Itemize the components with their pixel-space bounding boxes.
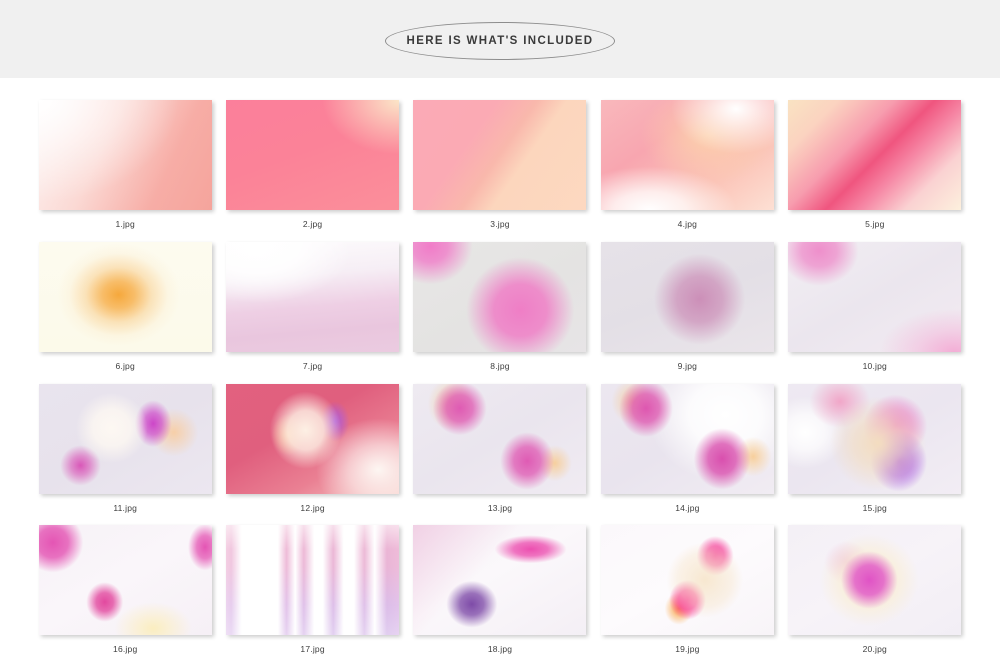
gallery-item[interactable]: 5.jpg [788, 100, 962, 242]
gallery-item[interactable]: 9.jpg [600, 241, 774, 384]
gallery-item[interactable]: 20.jpg [788, 525, 962, 667]
thumbnail-caption: 15.jpg [862, 502, 887, 513]
gradient-image [413, 100, 587, 210]
gradient-image [788, 100, 962, 210]
thumbnail-preview[interactable] [38, 100, 212, 210]
thumbnail-caption: 18.jpg [487, 644, 513, 655]
gradient-image [788, 525, 962, 636]
thumbnail-preview[interactable] [413, 525, 587, 636]
gallery-item[interactable]: 7.jpg [225, 241, 400, 384]
gallery-item[interactable]: 17.jpg [225, 525, 400, 667]
gallery-item[interactable]: 2.jpg [225, 100, 400, 242]
gradient-preview-page: HERE IS WHAT'S INCLUDED 1.jpg 2.jpg 3.jpg 4… [0, 0, 1000, 667]
gradient-image [788, 383, 962, 494]
gradient-image [413, 241, 587, 352]
thumbnail-caption: 2.jpg [302, 219, 323, 229]
gradient-image [38, 383, 212, 494]
gradient-image [38, 525, 212, 636]
gradient-image [600, 241, 774, 352]
thumbnail-preview[interactable] [413, 100, 587, 210]
gallery-item[interactable]: 3.jpg [413, 100, 587, 242]
thumbnail-preview[interactable] [226, 241, 400, 352]
thumbnail-caption: 1.jpg [115, 219, 135, 229]
gradient-image [600, 100, 774, 210]
gradient-image [413, 525, 587, 636]
gallery-item[interactable]: 10.jpg [788, 241, 962, 384]
thumbnail-caption: 7.jpg [302, 360, 323, 371]
thumbnail-preview[interactable] [38, 383, 212, 494]
thumbnail-preview[interactable] [413, 241, 587, 352]
header-badge: HERE IS WHAT'S INCLUDED [385, 22, 615, 60]
gallery-item[interactable]: 13.jpg [413, 383, 587, 526]
thumbnail-caption: 12.jpg [300, 502, 325, 513]
thumbnail-caption: 4.jpg [677, 219, 698, 229]
thumbnail-caption: 8.jpg [490, 360, 510, 371]
gradient-image [226, 241, 400, 352]
gradient-image [226, 100, 400, 210]
gradient-image [413, 383, 587, 494]
thumbnail-caption: 6.jpg [115, 360, 135, 371]
thumbnail-preview[interactable] [38, 241, 212, 352]
thumbnail-preview[interactable] [600, 100, 774, 210]
thumbnail-preview[interactable] [38, 525, 212, 636]
gallery-item[interactable]: 16.jpg [38, 525, 212, 667]
gradient-image [788, 241, 962, 352]
thumbnail-preview[interactable] [413, 383, 587, 494]
thumbnail-caption: 13.jpg [487, 502, 513, 513]
thumbnail-caption: 19.jpg [675, 644, 700, 655]
gallery-item[interactable]: 18.jpg [413, 525, 587, 667]
thumbnail-caption: 3.jpg [490, 219, 510, 229]
page-title: HERE IS WHAT'S INCLUDED [406, 35, 594, 47]
thumbnail-grid: 1.jpg 2.jpg 3.jpg 4.jpg 5.jpg 6.jpg 7.jpg 8.jpg… [0, 78, 1000, 667]
header-band: HERE IS WHAT'S INCLUDED [0, 0, 1000, 78]
gallery-item[interactable]: 1.jpg [38, 100, 212, 242]
gradient-image [226, 525, 400, 636]
thumbnail-caption: 10.jpg [862, 360, 887, 371]
thumbnail-preview[interactable] [600, 241, 774, 352]
thumbnail-preview[interactable] [600, 383, 774, 494]
thumbnail-preview[interactable] [226, 100, 400, 210]
thumbnail-caption: 9.jpg [677, 360, 698, 371]
thumbnail-caption: 5.jpg [865, 219, 885, 229]
gallery-item[interactable]: 19.jpg [600, 525, 774, 667]
gradient-image [38, 100, 212, 210]
thumbnail-preview[interactable] [788, 383, 962, 494]
gallery-item[interactable]: 12.jpg [225, 383, 400, 526]
gallery-item[interactable]: 14.jpg [600, 383, 774, 526]
gradient-image [226, 383, 400, 494]
gallery-item[interactable]: 4.jpg [600, 100, 774, 242]
thumbnail-caption: 17.jpg [300, 644, 325, 655]
gradient-image [600, 383, 774, 494]
thumbnail-preview[interactable] [600, 525, 774, 636]
gallery-item[interactable]: 6.jpg [38, 241, 212, 384]
thumbnail-caption: 11.jpg [113, 502, 138, 513]
thumbnail-preview[interactable] [788, 241, 962, 352]
gradient-image [600, 525, 774, 636]
thumbnail-caption: 14.jpg [675, 502, 700, 513]
thumbnail-caption: 20.jpg [862, 644, 887, 655]
thumbnail-preview[interactable] [226, 383, 400, 494]
thumbnail-preview[interactable] [226, 525, 400, 636]
gallery-item[interactable]: 11.jpg [38, 383, 212, 526]
gradient-image [38, 241, 212, 352]
gallery-item[interactable]: 15.jpg [788, 383, 962, 526]
thumbnail-preview[interactable] [788, 100, 962, 210]
gallery-item[interactable]: 8.jpg [413, 241, 587, 384]
thumbnail-preview[interactable] [788, 525, 962, 636]
thumbnail-caption: 16.jpg [113, 644, 138, 655]
